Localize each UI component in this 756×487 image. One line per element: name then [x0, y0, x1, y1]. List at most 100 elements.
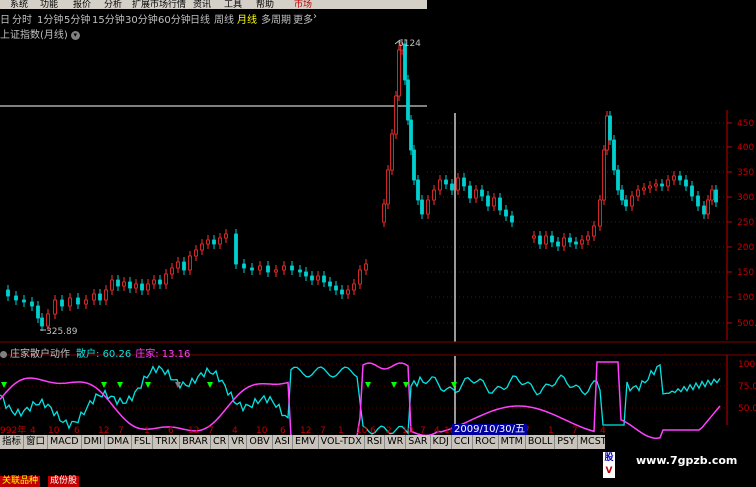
indicator-tab-vr[interactable]: VR [229, 435, 248, 449]
indicator-tab-macd[interactable]: MACD [48, 435, 82, 449]
candle-body [352, 283, 356, 291]
indicator-tab-sar[interactable]: SAR [406, 435, 431, 449]
indicator-tab-mtm[interactable]: MTM [499, 435, 526, 449]
candle-body [480, 189, 484, 197]
price-tick-label: 200 [737, 243, 754, 253]
indicator-name: 庄家散户动作 [10, 349, 70, 360]
signal-marker [1, 382, 7, 388]
candle-body [53, 299, 57, 315]
indicator-tab-窗口[interactable]: 窗口 [24, 435, 49, 449]
candle-body [266, 265, 270, 273]
candle-body [456, 177, 460, 191]
candle-body [592, 225, 596, 237]
bottom-tab-strip: 关联品种 成份股 [0, 476, 180, 487]
stock-chart[interactable]: 450 400 350 300 250 200 150 100 500. 6124 325.89… [0, 0, 756, 487]
candle-body [608, 115, 612, 141]
candle-body [282, 265, 286, 271]
candle-body [620, 189, 624, 201]
candle-body [242, 263, 246, 269]
tab-constituents[interactable]: 成份股 [48, 476, 80, 487]
candle-body [403, 43, 407, 81]
candle-body [258, 265, 262, 271]
candle-body [134, 283, 138, 289]
price-tick-label: 100 [737, 293, 754, 303]
indicator-tab-roc[interactable]: ROC [473, 435, 499, 449]
candle-body [212, 239, 216, 245]
candle-body [152, 279, 156, 285]
candle-body [76, 297, 80, 305]
candle-body [176, 261, 180, 269]
indicator-tab-指标[interactable]: 指标 [0, 435, 25, 449]
retail-value: 60.26 [102, 349, 132, 360]
candle-body [544, 235, 548, 245]
candle-body [310, 275, 314, 281]
candle-body [556, 241, 560, 247]
indicator-tab-dmi[interactable]: DMI [82, 435, 105, 449]
candle-body [586, 235, 590, 241]
candle-body [340, 289, 344, 295]
indicator-tab-kdj[interactable]: KDJ [431, 435, 452, 449]
signal-marker [365, 382, 371, 388]
watermark: www.7gpzb.com [636, 454, 738, 467]
logo-mark: 股 V [603, 452, 615, 478]
indicator-tab-cci[interactable]: CCI [452, 435, 473, 449]
candle-body [498, 197, 502, 211]
signal-marker [145, 382, 151, 388]
candle-body [250, 267, 254, 271]
indicator-tab-brar[interactable]: BRAR [180, 435, 212, 449]
candle-body [110, 279, 114, 291]
candle-body [194, 249, 198, 257]
candle-body [22, 299, 26, 303]
candle-body [30, 301, 34, 307]
indicator-dot-icon[interactable] [0, 350, 7, 358]
candle-body [128, 281, 132, 289]
indicator-tab-psy[interactable]: PSY [555, 435, 578, 449]
price-grid [427, 122, 732, 324]
tab-related-products[interactable]: 关联品种 [0, 476, 41, 487]
indicator-tab-fsl[interactable]: FSL [132, 435, 154, 449]
candle-body [6, 289, 10, 297]
candle-body [364, 263, 368, 271]
candle-body [568, 237, 572, 243]
candle-body [170, 267, 174, 275]
candle-body [298, 269, 302, 273]
signal-marker [451, 382, 457, 388]
candle-body [182, 261, 186, 271]
indicator-tab-vol-tdx[interactable]: VOL-TDX [319, 435, 365, 449]
indicator-tab-emv[interactable]: EMV [293, 435, 319, 449]
candle-body [462, 177, 466, 187]
indicator-tab-dma[interactable]: DMA [105, 435, 132, 449]
indicator-tab-asi[interactable]: ASI [273, 435, 293, 449]
indicator-tick-label: 50.0 [738, 404, 756, 414]
indicator-tab-mcst[interactable]: MCST [578, 435, 605, 449]
indicator-tab-trix[interactable]: TRIX [153, 435, 181, 449]
candle-body [98, 293, 102, 301]
candle-body [574, 241, 578, 245]
candle-body [146, 283, 150, 291]
indicator-tab-obv[interactable]: OBV [247, 435, 273, 449]
candle-body [304, 271, 308, 277]
candle-body [412, 149, 416, 181]
candle-body [642, 187, 646, 191]
candle-body [382, 203, 386, 223]
candle-body [602, 149, 606, 201]
candle-body [420, 199, 424, 215]
indicator-tab-wr[interactable]: WR [385, 435, 407, 449]
indicator-axis-labels: 100. 75.0 50.0 [738, 360, 756, 414]
candle-body [678, 175, 682, 181]
indicator-tab-cr[interactable]: CR [211, 435, 230, 449]
price-tick-label: 150 [737, 268, 754, 278]
candle-body [218, 237, 222, 245]
candle-body [444, 179, 448, 185]
indicator-title: 庄家散户动作 散户: 60.26 庄家: 13.16 [0, 345, 190, 360]
price-tick-label: 450 [737, 119, 754, 129]
candle-body [84, 299, 88, 305]
indicator-tab-boll[interactable]: BOLL [526, 435, 556, 449]
indicator-tick-label: 75.0 [738, 382, 756, 392]
indicator-tab-rsi[interactable]: RSI [365, 435, 386, 449]
candle-body [140, 283, 144, 291]
candle-body [36, 305, 40, 319]
indicator-tick-label: 100. [738, 360, 756, 370]
candle-body [432, 189, 436, 201]
price-tick-label: 500. [737, 319, 756, 329]
